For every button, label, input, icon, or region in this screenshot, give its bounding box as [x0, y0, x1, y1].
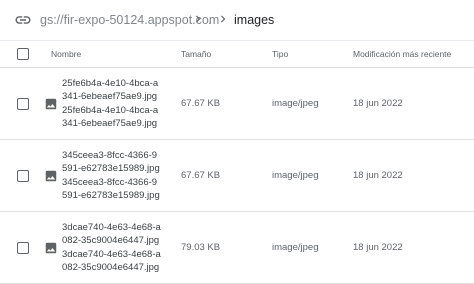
file-type: image/jpeg: [267, 67, 353, 140]
chevron-right-icon: [221, 15, 226, 23]
file-type: image/jpeg: [267, 211, 353, 284]
table-row[interactable]: 345ceea3-8fcc-4366-9591-e62783e15989.jpg…: [0, 139, 474, 212]
breadcrumb-current-folder: images: [234, 13, 275, 27]
file-name-cell[interactable]: 345ceea3-8fcc-4366-9591-e62783e15989.jpg…: [41, 139, 176, 212]
file-modified: 18 jun 2022: [353, 67, 474, 140]
file-size: 79.03 KB: [176, 211, 267, 284]
column-header-name[interactable]: Nombre: [41, 40, 176, 68]
file-name-link[interactable]: 345ceea3-8fcc-4366-9591-e62783e15989.jpg…: [62, 149, 162, 203]
file-table: Nombre Tamaño Tipo Modificación más reci…: [0, 40, 474, 284]
image-icon: [45, 242, 57, 253]
file-type: image/jpeg: [267, 139, 353, 212]
file-modified: 18 jun 2022: [353, 211, 474, 284]
table-header-row: Nombre Tamaño Tipo Modificación más reci…: [0, 40, 474, 68]
column-header-modified[interactable]: Modificación más reciente: [353, 40, 474, 68]
row-select-cell: [0, 211, 41, 284]
row-checkbox[interactable]: [17, 169, 29, 182]
table-row[interactable]: 25fe6b4a-4e10-4bca-a341-6ebeaef75ae9.jpg…: [0, 67, 474, 140]
row-select-cell: [0, 67, 41, 140]
row-checkbox[interactable]: [17, 97, 29, 110]
file-name-cell[interactable]: 3dcae740-4e63-4e68-a082-35c9004e6447.jpg…: [41, 211, 176, 284]
image-icon: [45, 170, 57, 181]
file-size: 67.67 KB: [176, 67, 267, 140]
column-header-size[interactable]: Tamaño: [176, 40, 267, 68]
row-select-cell: [0, 139, 41, 212]
table-row[interactable]: 3dcae740-4e63-4e68-a082-35c9004e6447.jpg…: [0, 211, 474, 284]
chevron-right-icon: [196, 15, 201, 23]
column-header-type[interactable]: Tipo: [267, 40, 353, 68]
breadcrumb-hidden-segment[interactable]: .: [208, 13, 211, 27]
link-icon: [15, 16, 31, 24]
file-name-cell[interactable]: 25fe6b4a-4e10-4bca-a341-6ebeaef75ae9.jpg…: [41, 67, 176, 140]
file-size: 67.67 KB: [176, 139, 267, 212]
select-all-cell: [0, 40, 41, 68]
image-icon: [45, 98, 57, 109]
file-modified: 18 jun 2022: [353, 139, 474, 212]
select-all-checkbox[interactable]: [17, 48, 29, 60]
storage-path-bar: gs://fir-expo-50124.appspot.com . images: [0, 0, 474, 40]
file-name-link[interactable]: 25fe6b4a-4e10-4bca-a341-6ebeaef75ae9.jpg…: [62, 77, 162, 131]
row-checkbox[interactable]: [17, 241, 29, 254]
file-name-link[interactable]: 3dcae740-4e63-4e68-a082-35c9004e6447.jpg…: [62, 221, 162, 275]
